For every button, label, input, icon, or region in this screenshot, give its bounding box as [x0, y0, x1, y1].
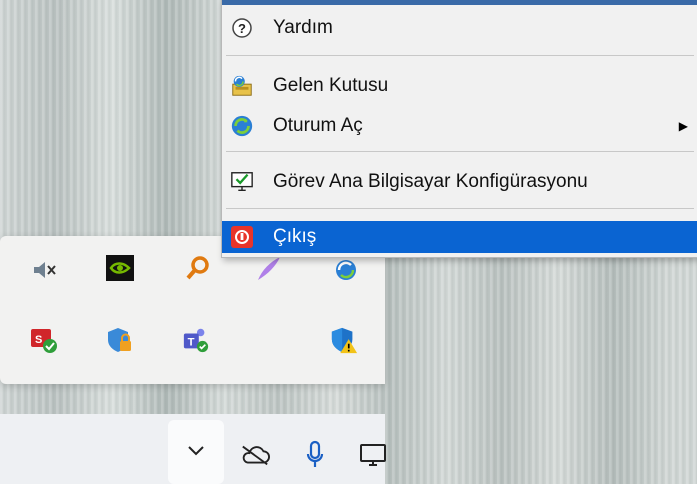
menu-item-help[interactable]: ? Yardım: [222, 12, 697, 44]
search-key-icon[interactable]: [184, 254, 212, 282]
menu-separator: [226, 208, 694, 209]
login-icon: [230, 114, 254, 138]
security-app-icon[interactable]: S: [30, 326, 58, 354]
menu-item-inbox[interactable]: Gelen Kutusu: [222, 70, 697, 102]
svg-text:?: ?: [238, 21, 246, 36]
menu-item-label: Oturum Aç: [273, 115, 363, 136]
menu-separator: [226, 151, 694, 152]
tray-overflow-flyout: S T: [0, 236, 385, 384]
menu-item-exit[interactable]: Çıkış: [222, 221, 697, 253]
svg-text:S: S: [35, 334, 42, 346]
nvidia-icon[interactable]: [106, 254, 134, 282]
menu-top-border: [222, 0, 697, 5]
tray-context-menu: ? Yardım Gelen Kutusu Oturum Aç ▶ Görev …: [221, 0, 697, 258]
help-icon: ?: [230, 16, 254, 40]
host-config-icon: [230, 170, 254, 194]
submenu-arrow-icon: ▶: [678, 119, 688, 133]
svg-text:T: T: [188, 337, 195, 349]
menu-item-label: Yardım: [273, 17, 333, 38]
feather-icon[interactable]: [254, 254, 282, 282]
menu-item-label: Görev Ana Bilgisayar Konfigürasyonu: [273, 171, 588, 192]
taskbar: [0, 414, 388, 484]
menu-item-login[interactable]: Oturum Aç ▶: [222, 110, 697, 142]
menu-separator: [226, 55, 694, 56]
teams-icon[interactable]: T: [182, 326, 210, 354]
chevron-up-icon: [187, 443, 205, 461]
show-hidden-icons-button[interactable]: [168, 420, 224, 484]
onedrive-offline-icon[interactable]: [240, 440, 270, 470]
display-icon[interactable]: [358, 440, 388, 470]
speaker-muted-icon[interactable]: [30, 256, 58, 284]
menu-item-label: Gelen Kutusu: [273, 75, 389, 96]
microphone-icon[interactable]: [300, 440, 330, 470]
defender-warning-icon[interactable]: [330, 326, 358, 354]
sync-icon[interactable]: [332, 256, 360, 284]
menu-item-label: Çıkış: [273, 226, 317, 247]
inbox-icon: [230, 74, 254, 98]
exit-icon: [230, 225, 254, 249]
shield-lock-icon[interactable]: [106, 326, 134, 354]
menu-item-host-config[interactable]: Görev Ana Bilgisayar Konfigürasyonu: [222, 166, 697, 198]
